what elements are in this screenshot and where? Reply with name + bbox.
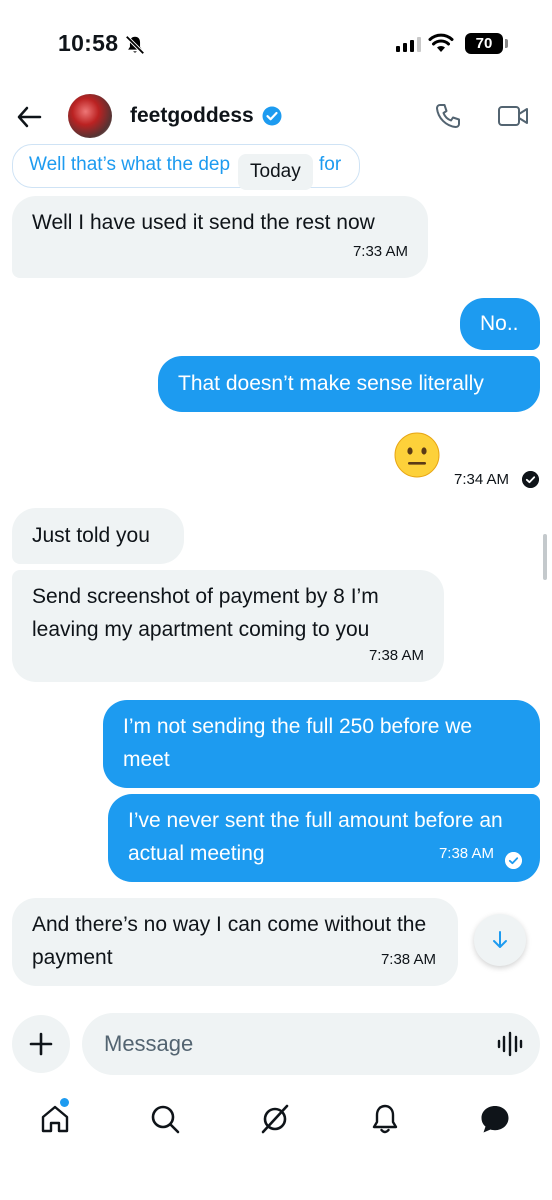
verified-badge-icon	[262, 106, 282, 126]
message-timestamp: 7:38 AM	[438, 845, 494, 862]
message-text: That doesn’t make sense literally	[178, 372, 484, 395]
message-incoming[interactable]: Send screenshot of payment by 8 I’m leav…	[12, 570, 444, 682]
quoted-text: Well that’s what the dep	[29, 154, 231, 175]
wifi-icon	[428, 33, 454, 52]
read-receipt-icon	[505, 852, 522, 869]
grok-icon[interactable]	[258, 1102, 292, 1136]
search-icon[interactable]	[148, 1102, 182, 1136]
status-bar: 10:58 70	[0, 0, 552, 92]
message-text: Send screenshot of payment by 8 I’m leav…	[32, 585, 379, 641]
avatar[interactable]	[68, 94, 112, 138]
bottom-navigation	[0, 1094, 552, 1144]
arrow-down-icon	[493, 931, 507, 948]
back-arrow-icon[interactable]	[16, 104, 42, 130]
add-attachment-button[interactable]	[12, 1015, 70, 1073]
signal-icon	[396, 36, 421, 52]
battery-icon: 70	[465, 33, 503, 54]
message-text: I’m not sending the full 250 before we m…	[123, 715, 473, 771]
notifications-icon[interactable]	[368, 1102, 402, 1136]
message-outgoing[interactable]: I’m not sending the full 250 before we m…	[103, 700, 540, 788]
home-notification-dot	[60, 1098, 69, 1107]
message-text: And there’s no way I can come without th…	[32, 913, 427, 969]
bell-off-icon	[125, 35, 145, 55]
battery-tip	[505, 39, 508, 48]
date-divider: Today	[238, 154, 313, 190]
message-timestamp: 7:34 AM	[454, 471, 510, 488]
read-receipt-icon	[522, 471, 539, 488]
voice-message-icon[interactable]	[496, 1030, 524, 1058]
message-timestamp: 7:38 AM	[380, 951, 436, 968]
status-time: 10:58	[58, 30, 119, 56]
phone-icon[interactable]	[434, 102, 462, 130]
quoted-text-end: for	[319, 154, 342, 175]
message-input[interactable]	[82, 1013, 540, 1075]
message-text: Well I have used it send the rest now	[32, 211, 375, 234]
message-timestamp: 7:38 AM	[368, 647, 424, 664]
scroll-to-bottom-button[interactable]	[474, 914, 526, 966]
video-call-icon[interactable]	[497, 104, 529, 128]
neutral-face-emoji-icon[interactable]	[394, 432, 440, 478]
message-incoming[interactable]: And there’s no way I can come without th…	[12, 898, 458, 986]
message-incoming[interactable]: Just told you	[12, 508, 184, 564]
message-outgoing[interactable]: That doesn’t make sense literally	[158, 356, 540, 412]
home-icon[interactable]	[38, 1102, 72, 1136]
message-outgoing[interactable]: I’ve never sent the full amount before a…	[108, 794, 540, 882]
scrollbar-thumb[interactable]	[543, 534, 547, 580]
message-text: No..	[480, 312, 519, 335]
message-timestamp: 7:33 AM	[352, 243, 408, 260]
message-incoming[interactable]: Well I have used it send the rest now 7:…	[12, 196, 428, 278]
contact-name[interactable]: feetgoddess	[130, 104, 254, 128]
conversation-header: feetgoddess	[0, 92, 552, 142]
messages-icon[interactable]	[478, 1102, 512, 1136]
message-outgoing[interactable]: No..	[460, 298, 540, 350]
plus-icon	[29, 1032, 53, 1056]
message-text: Just told you	[32, 524, 150, 547]
